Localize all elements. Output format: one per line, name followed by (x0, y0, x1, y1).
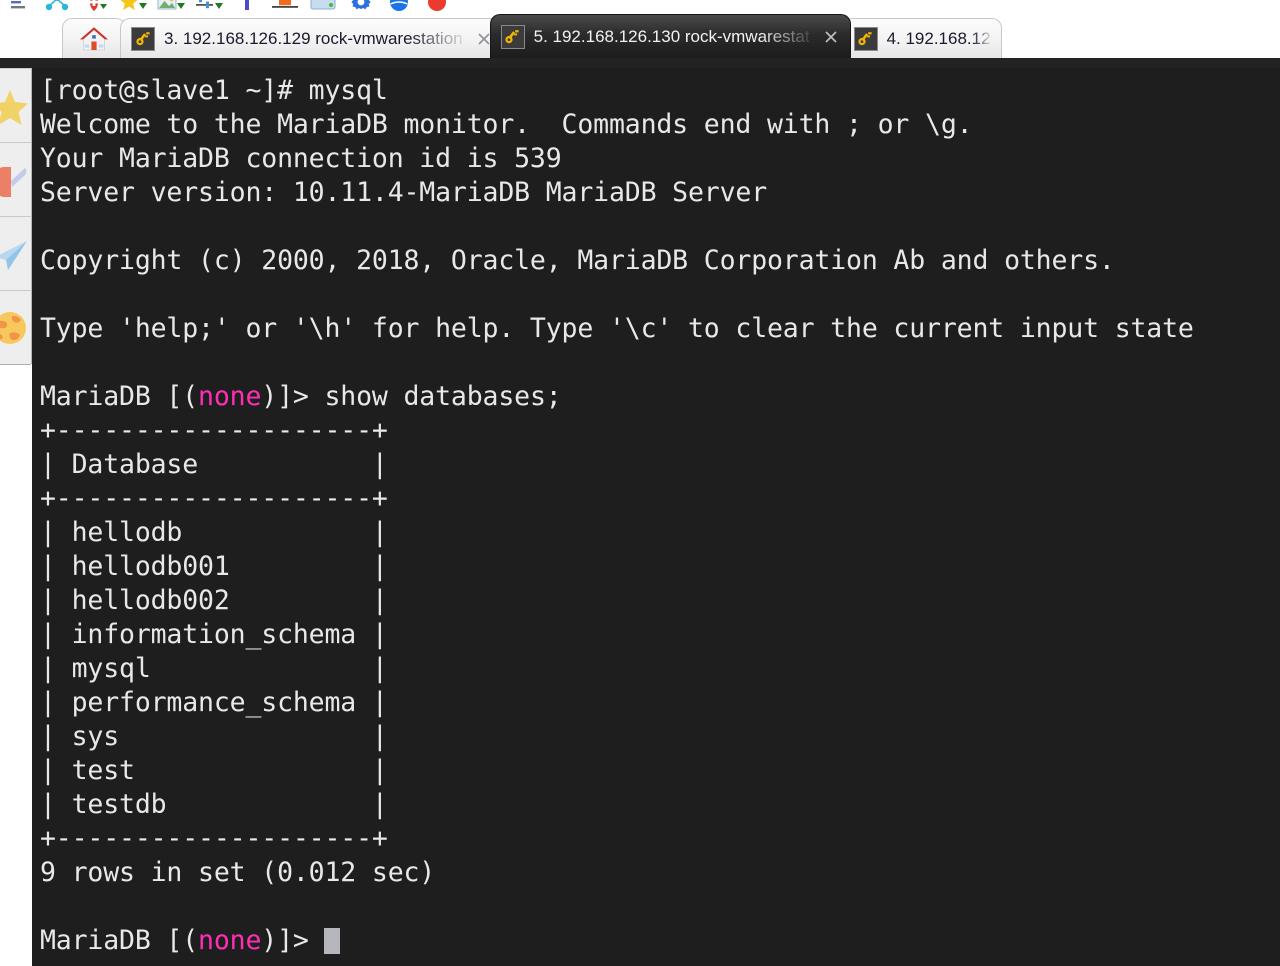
terminal-panel[interactable]: [root@slave1 ~]# mysql Welcome to the Mar… (32, 68, 1280, 966)
tab-session-2[interactable]: 4. 192.168.12 (842, 18, 1002, 58)
tab-label: 4. 192.168.12 (886, 28, 991, 48)
terminal-line: 9 rows in set (0.012 sec) (40, 856, 1280, 890)
terminal-text: [root@slave1 ~]# mysql (40, 75, 388, 106)
terminal-text: | mysql | (40, 653, 388, 684)
terminal-line: Server version: 10.11.4-MariaDB MariaDB … (40, 176, 1280, 210)
terminal-line: | performance_schema | (40, 686, 1280, 720)
terminal-text: | information_schema | (40, 619, 388, 650)
terminal-text: MariaDB [( (40, 381, 199, 412)
terminal-line: | Database | (40, 448, 1280, 482)
swiss-army-knife-icon (0, 159, 31, 201)
terminal-text: Server version: 10.11.4-MariaDB MariaDB … (40, 177, 768, 208)
terminal-line: Welcome to the MariaDB monitor. Commands… (40, 108, 1280, 142)
key-icon (131, 26, 155, 51)
terminal-text: Type 'help;' or '\h' for help. Type '\c'… (40, 313, 1194, 344)
terminal-text: +--------------------+ (40, 823, 388, 854)
terminal-cursor (324, 928, 341, 954)
left-sidebar (0, 68, 32, 365)
terminal-text: | testdb | (40, 789, 388, 820)
key-icon (853, 26, 878, 51)
tab-label: 3. 192.168.126.129 rock-vmwarestation (164, 28, 463, 48)
home-icon (79, 26, 109, 50)
terminal-output: [root@slave1 ~]# mysql Welcome to the Mar… (32, 68, 1280, 958)
terminal-line: | test | (40, 754, 1280, 788)
globe-icon (0, 307, 31, 349)
terminal-line: | information_schema | (40, 618, 1280, 652)
terminal-line: | hellodb002 | (40, 584, 1280, 618)
terminal-line: MariaDB [(none)]> show databases; (40, 380, 1280, 414)
terminal-text: | hellodb | (40, 517, 388, 548)
terminal-text: )]> show databases; (261, 381, 562, 412)
sidebar-item-tools[interactable] (0, 143, 31, 217)
tab-list: 3. 192.168.126.129 rock-vmwarestation 5. … (62, 14, 1002, 58)
sidebar-item-favorites[interactable] (0, 69, 31, 143)
close-icon[interactable] (822, 28, 840, 46)
terminal-line: +--------------------+ (40, 822, 1280, 856)
terminal-text: )]> (261, 925, 325, 956)
tab-strip-base (0, 58, 1280, 68)
terminal-text: | hellodb001 | (40, 551, 388, 582)
terminal-line: Type 'help;' or '\h' for help. Type '\c'… (40, 312, 1280, 346)
terminal-text: | Database | (40, 449, 388, 480)
terminal-text: Copyright (c) 2000, 2018, Oracle, MariaD… (40, 245, 1115, 276)
terminal-line: MariaDB [(none)]> (40, 924, 1280, 958)
tab-session-1[interactable]: 5. 192.168.126.130 rock-vmwarestat (489, 14, 851, 58)
terminal-text: | performance_schema | (40, 687, 388, 718)
terminal-text: MariaDB [( (40, 925, 199, 956)
terminal-text: | test | (40, 755, 388, 786)
paper-plane-icon (0, 233, 31, 275)
terminal-line: Copyright (c) 2000, 2018, Oracle, MariaD… (40, 244, 1280, 278)
tab-session-0[interactable]: 3. 192.168.126.129 rock-vmwarestation (120, 18, 504, 58)
terminal-text: | hellodb002 | (40, 585, 388, 616)
terminal-text: Your MariaDB connection id is 539 (40, 143, 562, 174)
terminal-line: | hellodb | (40, 516, 1280, 550)
mobaxterm-window: 3. 192.168.126.129 rock-vmwarestation 5. … (0, 0, 1280, 966)
terminal-line: | sys | (40, 720, 1280, 754)
terminal-text: none (198, 381, 262, 412)
tab-label: 5. 192.168.126.130 rock-vmwarestat (533, 26, 810, 46)
terminal-line: | mysql | (40, 652, 1280, 686)
terminal-line: | testdb | (40, 788, 1280, 822)
terminal-line: Your MariaDB connection id is 539 (40, 142, 1280, 176)
tab-strip: 3. 192.168.126.129 rock-vmwarestation 5. … (0, 14, 1280, 68)
sidebar-item-globe[interactable] (0, 291, 31, 365)
align-icon[interactable] (0, 0, 38, 20)
terminal-line: | hellodb001 | (40, 550, 1280, 584)
key-icon (500, 24, 525, 49)
terminal-line: +--------------------+ (40, 414, 1280, 448)
star-icon (0, 85, 31, 127)
tab-home[interactable] (62, 18, 126, 58)
terminal-text: +--------------------+ (40, 483, 388, 514)
terminal-text: | sys | (40, 721, 388, 752)
sidebar-item-send[interactable] (0, 217, 31, 291)
terminal-line: [root@slave1 ~]# mysql (40, 74, 1280, 108)
terminal-line: +--------------------+ (40, 482, 1280, 516)
terminal-text: Welcome to the MariaDB monitor. Commands… (40, 109, 973, 140)
terminal-text: 9 rows in set (0.012 sec) (40, 857, 436, 888)
terminal-text: +--------------------+ (40, 415, 388, 446)
terminal-text: none (198, 925, 262, 956)
